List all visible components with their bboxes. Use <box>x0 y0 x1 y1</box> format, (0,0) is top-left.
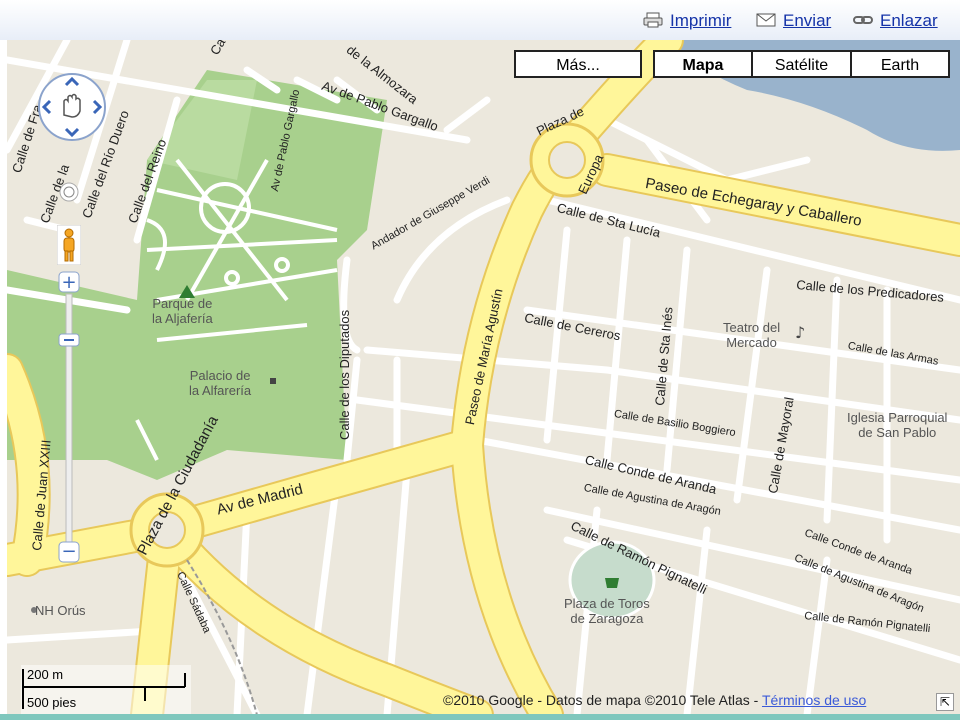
map-toolbar: Imprimir Enviar Enlazar <box>0 0 960 40</box>
street-label: Calle de los Diputados <box>337 309 352 440</box>
poi-label: Parque de la Aljafería <box>152 296 213 326</box>
map-type-earth-button[interactable]: Earth <box>850 50 950 78</box>
music-note-icon: ♪ <box>795 323 805 342</box>
palace-marker-icon <box>270 378 276 384</box>
poi-label: Palacio de la Alfarería <box>189 368 252 398</box>
zoom-out-icon: − <box>61 541 76 562</box>
link-link[interactable]: Enlazar <box>853 11 938 31</box>
print-link[interactable]: Imprimir <box>643 11 732 31</box>
poi-label: Plaza de Toros de Zaragoza <box>564 596 650 626</box>
copyright-text: ©2010 Google - Datos de mapa ©2010 Tele … <box>443 692 759 708</box>
pan-control[interactable] <box>36 71 108 143</box>
pegman-icon[interactable] <box>57 225 81 265</box>
map-canvas[interactable]: ♪ Av de Pablo Gargallo Av de Pablo Garga… <box>7 40 960 715</box>
poi-label: NH Orús <box>35 603 86 618</box>
link-label: Enlazar <box>880 11 938 30</box>
bottom-strip <box>0 714 960 720</box>
more-button[interactable]: Más... <box>514 50 642 78</box>
map-type-satellite-button[interactable]: Satélite <box>751 50 852 78</box>
chain-link-icon <box>853 16 873 24</box>
print-label: Imprimir <box>670 11 732 30</box>
left-edge <box>0 40 7 720</box>
bullring-icon <box>605 578 619 588</box>
envelope-icon <box>756 13 776 27</box>
printer-icon <box>643 12 663 28</box>
map-attribution: ©2010 Google - Datos de mapa ©2010 Tele … <box>443 692 866 708</box>
zoom-in-icon: + <box>61 272 76 293</box>
scale-metric-label: 200 m <box>27 667 64 682</box>
send-label: Enviar <box>783 11 832 30</box>
map-type-map-button[interactable]: Mapa <box>653 50 753 78</box>
scale-bar: 200 m 500 pies <box>21 665 191 715</box>
poi-label: Iglesia Parroquial de San Pablo <box>847 410 948 440</box>
zoom-slider-track <box>65 293 73 545</box>
scale-imperial-label: 500 pies <box>27 695 77 710</box>
terms-link[interactable]: Términos de uso <box>762 692 866 708</box>
zoom-rotate-icon <box>59 182 79 202</box>
resize-corner-icon[interactable]: ⇱ <box>936 693 954 711</box>
poi-label: Teatro del Mercado <box>723 320 781 350</box>
send-link[interactable]: Enviar <box>756 11 832 31</box>
